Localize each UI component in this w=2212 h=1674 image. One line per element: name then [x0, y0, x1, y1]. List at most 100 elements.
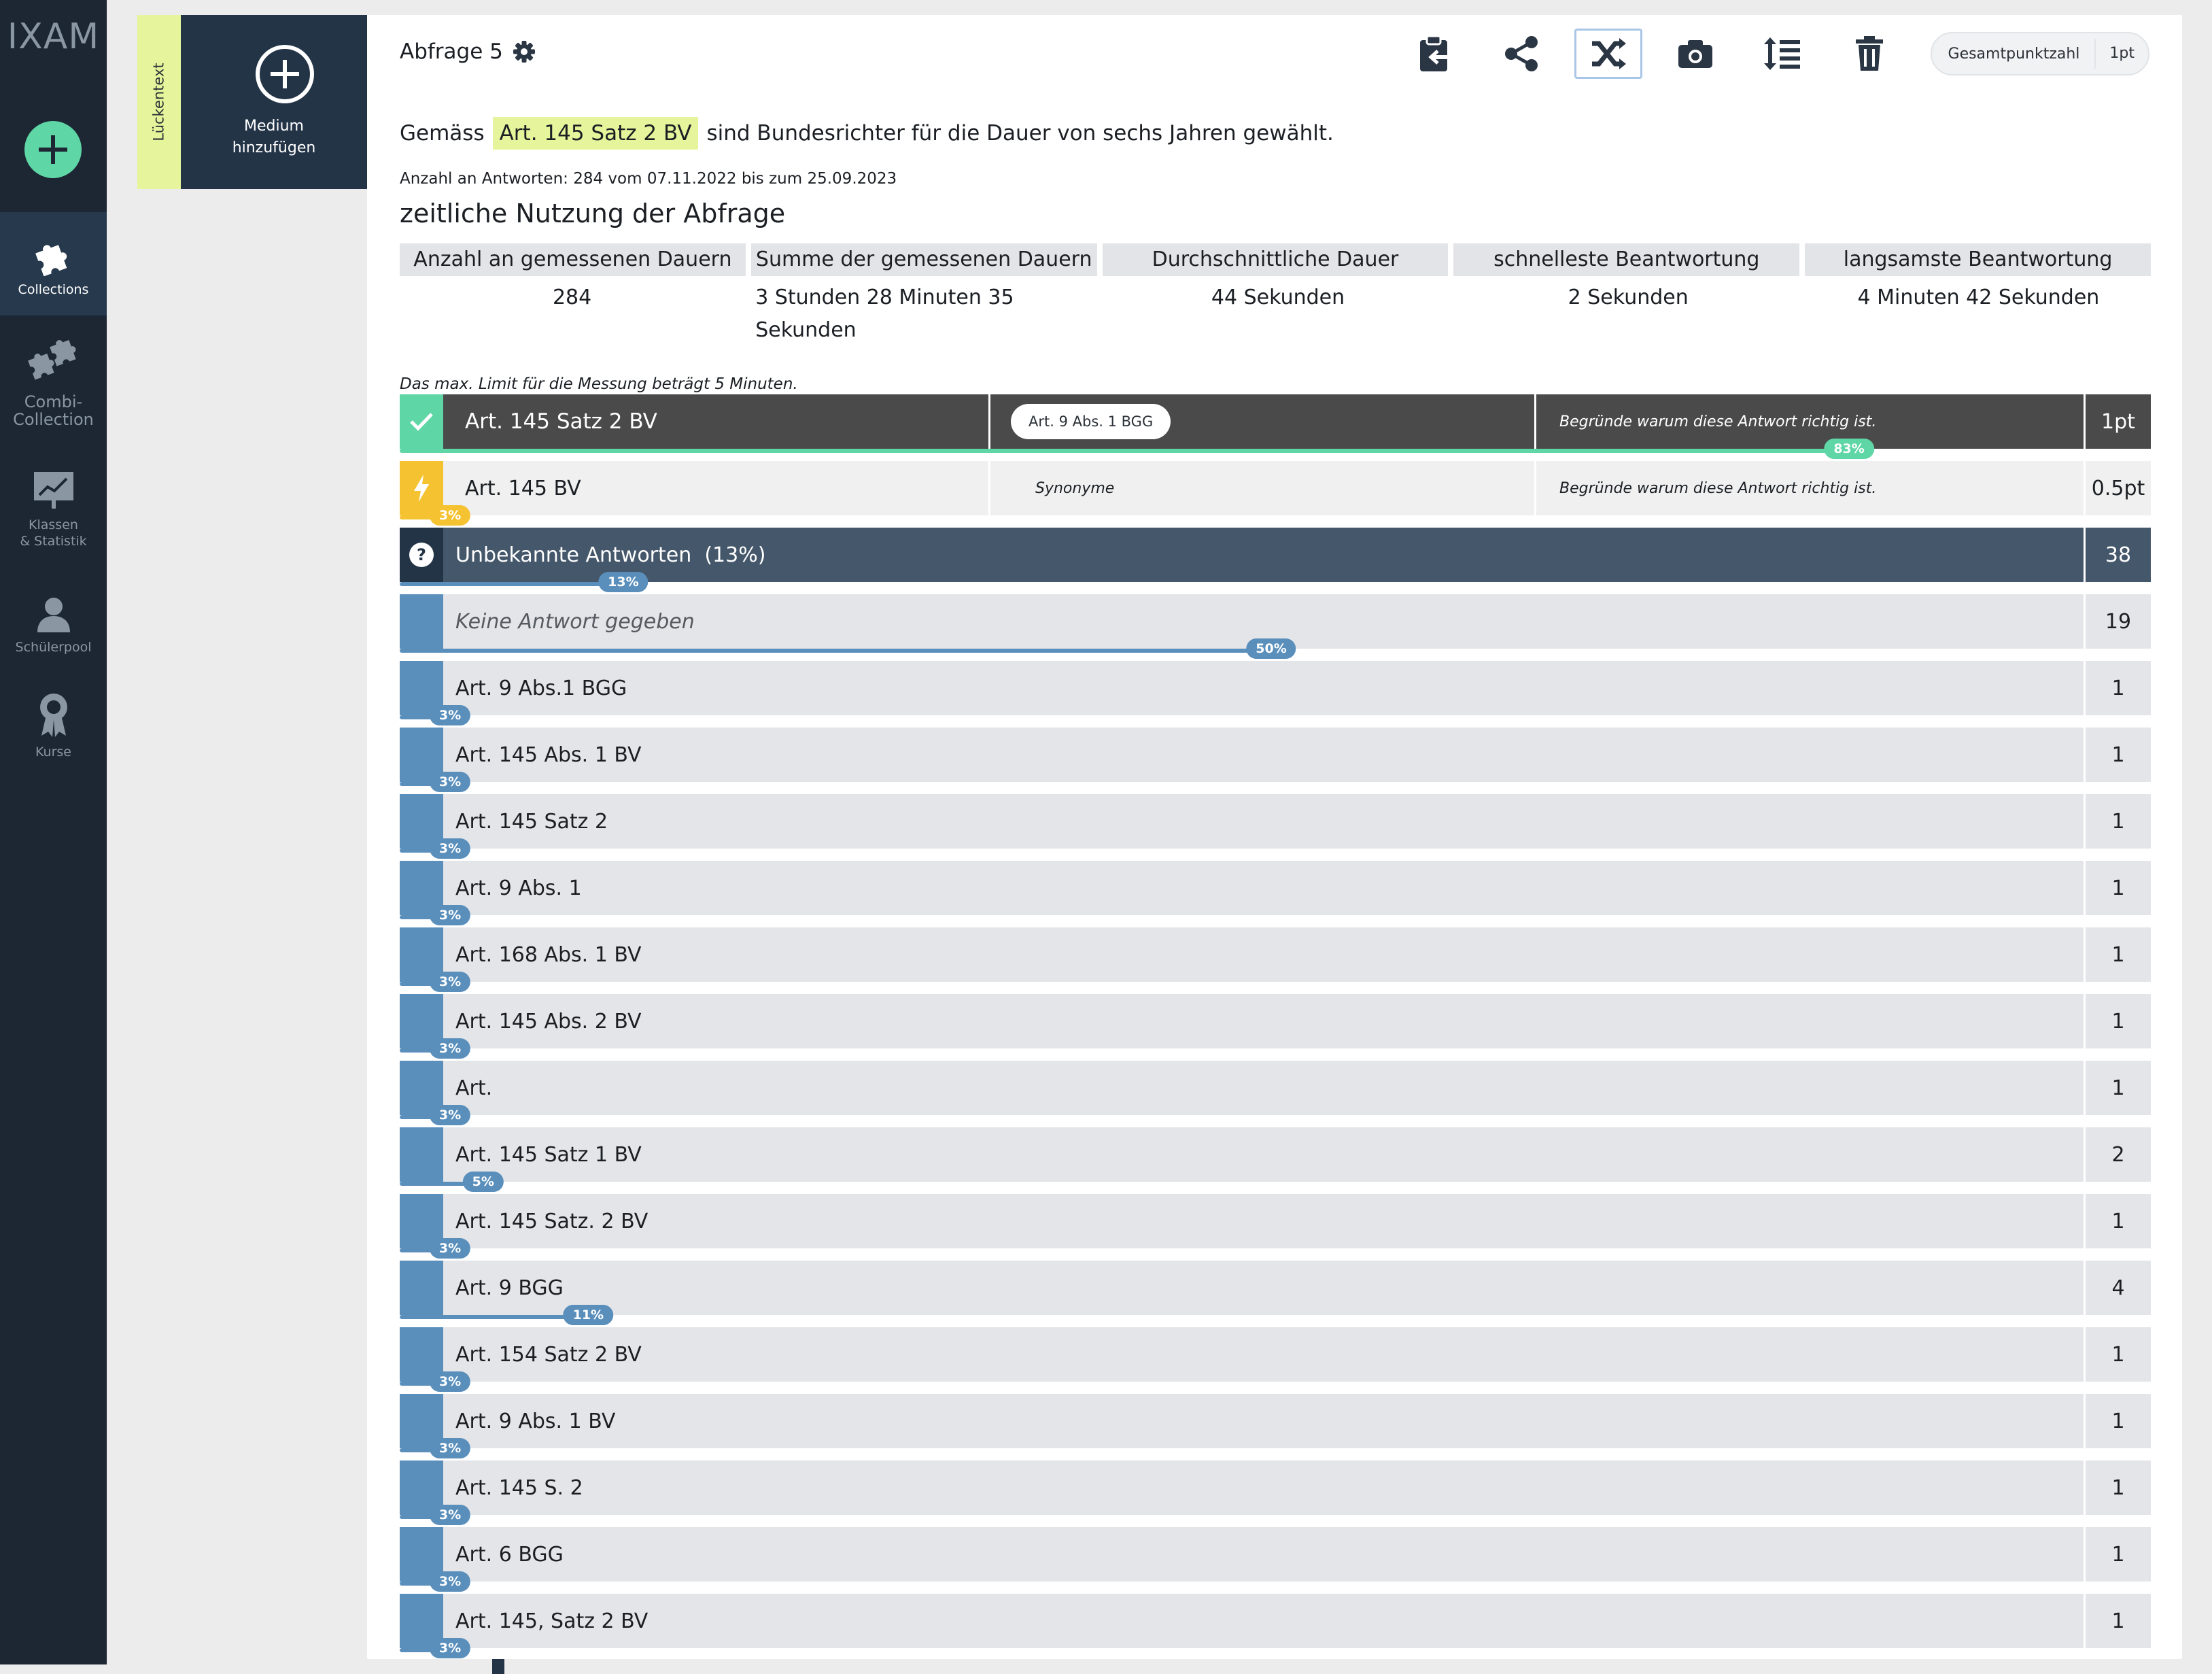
stats-header: Summe der gemessenen Dauern — [750, 243, 1097, 276]
share-button[interactable] — [1487, 29, 1555, 79]
answer-row[interactable]: Art. 1 3% — [400, 1061, 2151, 1125]
add-circle-icon — [256, 45, 314, 103]
answer-row[interactable]: Art. 145 Abs. 2 BV 1 3% — [400, 994, 2151, 1059]
answer-row[interactable]: Art. 6 BGG 1 3% — [400, 1527, 2151, 1592]
alternative-answers-cell: Art. 9 Abs. 1 BGG — [990, 394, 1534, 449]
correct-answer-marker — [400, 394, 443, 449]
answer-count: 1 — [2111, 1209, 2125, 1233]
import-button[interactable] — [1400, 29, 1468, 79]
app-sidebar: IXAM Collections Combi- Collection Klass… — [0, 0, 107, 1664]
answer-row[interactable]: Art. 9 BGG 4 11% — [400, 1261, 2151, 1325]
line-height-button[interactable] — [1748, 29, 1816, 79]
plus-icon — [39, 135, 67, 164]
synonym-type-label[interactable]: Synonyme — [990, 461, 1534, 515]
snapshot-button[interactable] — [1661, 29, 1729, 79]
synonym-answer-share-badge: 3% — [429, 505, 471, 526]
answer-row[interactable]: Art. 145 S. 2 1 3% — [400, 1461, 2151, 1525]
measurement-limit-note: Das max. Limit für die Messung beträgt 5… — [400, 375, 798, 393]
nav-kurse[interactable]: Kurse — [0, 691, 107, 760]
question-text: Gemäss Art. 145 Satz 2 BV sind Bundesric… — [400, 117, 1334, 150]
lightning-icon — [414, 475, 429, 502]
answer-row-bg — [443, 1327, 2151, 1382]
puzzle-combi-icon — [27, 340, 76, 380]
answer-row-bg — [443, 1127, 2151, 1182]
answer-row[interactable]: Art. 154 Satz 2 BV 1 3% — [400, 1327, 2151, 1392]
unknown-answers-label: Unbekannte Antworten — [455, 543, 692, 567]
camera-icon — [1678, 40, 1712, 68]
nav-schuelerpool[interactable]: Schülerpool — [0, 594, 107, 655]
answer-row-bg — [443, 1461, 2151, 1515]
answer-row-marker — [400, 594, 443, 649]
question-gap-answer[interactable]: Art. 145 Satz 2 BV — [492, 117, 699, 150]
correct-answer-points[interactable]: 1pt — [2086, 394, 2151, 449]
answer-row[interactable]: Art. 145 Satz 1 BV 2 5% — [400, 1127, 2151, 1192]
add-media-button[interactable]: Medium hinzufügen — [181, 15, 367, 189]
unknown-answers-count: 38 — [2086, 528, 2151, 582]
stats-value: 284 — [400, 276, 744, 347]
correct-answer-text[interactable]: Art. 145 Satz 2 BV — [443, 394, 988, 449]
nav-schuelerpool-label: Schülerpool — [15, 640, 92, 655]
answer-row-bg — [443, 1394, 2151, 1448]
unknown-answers-header[interactable]: ? Unbekannte Antworten (13%) 38 13% — [400, 528, 2151, 592]
question-text-before: Gemäss — [400, 121, 485, 146]
alternative-answer-chip[interactable]: Art. 9 Abs. 1 BGG — [1011, 404, 1171, 439]
stats-value: 2 Sekunden — [1456, 276, 1801, 347]
media-column: Lückentext Medium hinzufügen — [137, 15, 504, 1674]
answer-count: 1 — [2111, 742, 2125, 767]
stats-value: 4 Minuten 42 Sekunden — [1806, 276, 2151, 347]
correct-answer-reason[interactable]: Begründe warum diese Antwort richtig ist… — [1536, 394, 2080, 449]
answer-share-badge: 3% — [429, 1638, 471, 1658]
answer-row-bg — [443, 661, 2151, 715]
create-new-button[interactable] — [24, 121, 82, 178]
answer-row[interactable]: Art. 145 Abs. 1 BV 1 3% — [400, 728, 2151, 792]
brand-logo: IXAM — [7, 16, 100, 57]
answer-row[interactable]: Keine Antwort gegeben 19 50% — [400, 594, 2151, 659]
nav-klassen-statistik[interactable]: Klassen & Statistik — [0, 469, 107, 549]
answer-count: 1 — [2111, 1409, 2125, 1433]
answer-row-marker — [400, 1127, 443, 1182]
answer-row-bg — [443, 594, 2151, 649]
add-media-label-line2: hinzufügen — [232, 139, 316, 156]
answer-row[interactable]: Art. 9 Abs. 1 BV 1 3% — [400, 1394, 2151, 1458]
delete-button[interactable] — [1835, 29, 1903, 79]
total-points-label: Gesamtpunktzahl — [1948, 45, 2080, 63]
stats-value-sum: 3 Stunden 28 Minuten 35 Sekunden — [755, 286, 1014, 342]
answer-count: 1 — [2111, 1475, 2125, 1500]
answer-text: Art. 154 Satz 2 BV — [455, 1342, 642, 1367]
answer-text: Art. 145 Abs. 1 BV — [455, 742, 642, 767]
add-media-label: Medium hinzufügen — [181, 116, 367, 159]
answer-share-badge: 3% — [429, 1038, 471, 1059]
nav-collections-label: Collections — [18, 282, 89, 297]
synonym-answer-text[interactable]: Art. 145 BV — [443, 461, 988, 515]
answer-row[interactable]: Art. 9 Abs.1 BGG 1 3% — [400, 661, 2151, 725]
answer-share-badge: 3% — [429, 705, 471, 725]
answer-share-badge: 3% — [429, 972, 471, 992]
answer-row-bg — [443, 728, 2151, 782]
answer-row[interactable]: Art. 145, Satz 2 BV 1 3% — [400, 1594, 2151, 1658]
gear-icon[interactable] — [513, 40, 536, 63]
answer-row[interactable]: Art. 145 Satz 2 1 3% — [400, 794, 2151, 859]
stats-value: 44 Sekunden — [1105, 276, 1450, 347]
synonym-answer-reason[interactable]: Begründe warum diese Antwort richtig ist… — [1536, 461, 2080, 515]
synonym-answer-points[interactable]: 0.5pt — [2086, 461, 2151, 515]
answer-row[interactable]: Art. 168 Abs. 1 BV 1 3% — [400, 927, 2151, 992]
answer-row-bg — [443, 1527, 2151, 1582]
award-icon — [39, 694, 67, 737]
answer-text: Art. 145, Satz 2 BV — [455, 1609, 649, 1633]
answer-count-line: Anzahl an Antworten: 284 vom 07.11.2022 … — [400, 170, 897, 188]
puzzle-icon — [35, 245, 67, 276]
shuffle-icon — [1591, 38, 1626, 69]
usage-stats-value-row: 284 3 Stunden 28 Minuten 35 Sekunden 44 … — [400, 276, 2151, 347]
answer-row[interactable]: Art. 145 Satz. 2 BV 1 3% — [400, 1194, 2151, 1259]
total-points-pill[interactable]: Gesamtpunktzahl 1pt — [1930, 32, 2149, 75]
nav-collections[interactable]: Collections — [0, 212, 107, 315]
answer-row-bg — [443, 1194, 2151, 1248]
question-panel: Abfrage 5 Gesamtpunktzahl 1pt Gemäss Art… — [367, 15, 2182, 1659]
answer-row[interactable]: Art. 9 Abs. 1 1 3% — [400, 861, 2151, 925]
correct-answer-row[interactable]: Art. 145 Satz 2 BV Art. 9 Abs. 1 BGG Beg… — [400, 394, 2151, 459]
answer-count: 19 — [2105, 609, 2132, 634]
nav-combi-collection[interactable]: Combi- Collection — [0, 336, 107, 428]
synonym-answer-row[interactable]: Art. 145 BV Synonyme Begründe warum dies… — [400, 461, 2151, 526]
unknown-answers-percent: (13%) — [704, 543, 766, 567]
shuffle-button[interactable] — [1574, 29, 1642, 79]
